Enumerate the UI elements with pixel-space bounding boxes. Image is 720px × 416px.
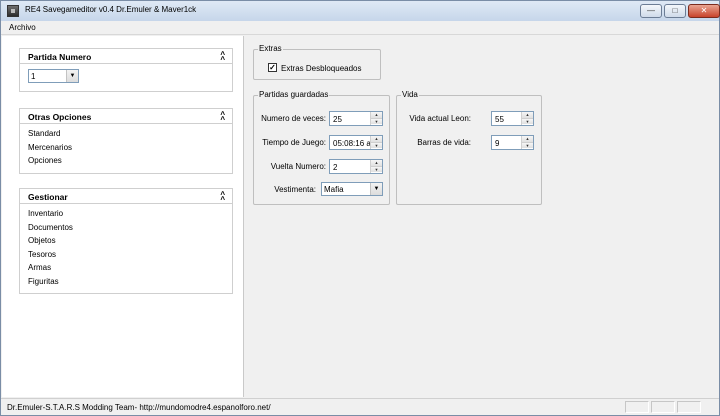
vida-actual-value: 55 [495,115,504,124]
maximize-button[interactable]: □ [664,4,686,18]
link-tesoros[interactable]: Tesoros [28,248,224,262]
status-cell [677,401,701,413]
vida-group: Vida Vida actual Leon: 55 ▲ ▼ Barras de v… [396,90,542,205]
spin-down-icon[interactable]: ▼ [371,166,382,172]
vuelta-value: 2 [333,163,338,172]
vida-actual-spinner[interactable]: 55 ▲ ▼ [491,111,534,126]
minimize-button[interactable]: — [640,4,662,18]
gestionar-panel: Gestionar ^ ^ Inventario Documentos Objet… [19,188,233,294]
otras-panel-title: Otras Opciones [28,112,92,122]
partidas-group: Partidas guardadas Numero de veces: 25 ▲… [253,90,390,205]
otras-panel-header[interactable]: Otras Opciones ^ ^ [20,109,232,124]
vida-group-title: Vida [401,90,419,99]
chevron-down-icon[interactable]: ▼ [66,70,78,82]
partida-panel-header[interactable]: Partida Numero ^ ^ [20,49,232,64]
collapse-icon[interactable]: ^ ^ [220,191,225,204]
status-bar: Dr.Emuler-S.T.A.R.S Modding Team- http:/… [1,398,719,415]
barras-value: 9 [495,139,500,148]
spin-down-icon[interactable]: ▼ [371,118,382,124]
extras-checkbox[interactable]: ✓ [268,63,277,72]
sidebar: Partida Numero ^ ^ 1 ▼ Otras Opciones ^ ^ … [2,36,244,397]
menu-bar: Archivo [1,21,719,35]
collapse-icon[interactable]: ^ ^ [220,51,225,64]
status-cell [625,401,649,413]
partida-panel-title: Partida Numero [28,52,92,62]
numero-veces-value: 25 [333,115,342,124]
vuelta-label: Vuelta Numero: [270,162,326,171]
window-title: RE4 Savegameditor v0.4 Dr.Emuler & Maver… [25,5,197,14]
link-armas[interactable]: Armas [28,261,224,275]
link-standard[interactable]: Standard [28,127,224,141]
link-opciones[interactable]: Opciones [28,154,224,168]
status-cell [651,401,675,413]
partida-select[interactable]: 1 ▼ [28,69,79,83]
barras-spinner[interactable]: 9 ▲ ▼ [491,135,534,150]
link-documentos[interactable]: Documentos [28,221,224,235]
vuelta-spinner[interactable]: 2 ▲ ▼ [329,159,383,174]
otras-panel: Otras Opciones ^ ^ Standard Mercenarios O… [19,108,233,174]
tiempo-spinner[interactable]: 05:08:16 a ▲ ▼ [329,135,383,150]
spin-down-icon[interactable]: ▼ [522,142,533,148]
extras-group: Extras ✓ Extras Desbloqueados [253,44,381,80]
vestimenta-value: Mafia [324,185,344,194]
link-objetos[interactable]: Objetos [28,234,224,248]
title-bar[interactable]: RE4 Savegameditor v0.4 Dr.Emuler & Maver… [1,1,720,21]
chevron-down-icon[interactable]: ▼ [370,183,382,195]
extras-group-title: Extras [258,44,283,53]
link-figuritas[interactable]: Figuritas [28,275,224,289]
spin-down-icon[interactable]: ▼ [522,118,533,124]
barras-label: Barras de vida: [417,138,471,147]
partidas-group-title: Partidas guardadas [258,90,330,99]
gestionar-panel-title: Gestionar [28,192,68,202]
gestionar-panel-header[interactable]: Gestionar ^ ^ [20,189,232,204]
app-window: RE4 Savegameditor v0.4 Dr.Emuler & Maver… [0,0,720,416]
extras-checkbox-label[interactable]: Extras Desbloqueados [281,64,362,73]
numero-veces-spinner[interactable]: 25 ▲ ▼ [329,111,383,126]
link-inventario[interactable]: Inventario [28,207,224,221]
status-text: Dr.Emuler-S.T.A.R.S Modding Team- http:/… [7,403,271,412]
menu-archivo[interactable]: Archivo [9,23,36,32]
app-icon [7,5,19,17]
vestimenta-label: Vestimenta: [274,185,316,194]
vida-actual-label: Vida actual Leon: [409,114,471,123]
collapse-icon[interactable]: ^ ^ [220,111,225,124]
numero-veces-label: Numero de veces: [261,114,326,123]
vestimenta-select[interactable]: Mafia ▼ [321,182,383,196]
close-button[interactable]: ✕ [688,4,720,18]
tiempo-label: Tiempo de Juego: [262,138,326,147]
partida-panel: Partida Numero ^ ^ 1 ▼ [19,48,233,92]
tiempo-value: 05:08:16 a [333,139,371,148]
partida-select-value: 1 [31,72,36,81]
link-mercenarios[interactable]: Mercenarios [28,141,224,155]
spin-down-icon[interactable]: ▼ [371,142,382,148]
